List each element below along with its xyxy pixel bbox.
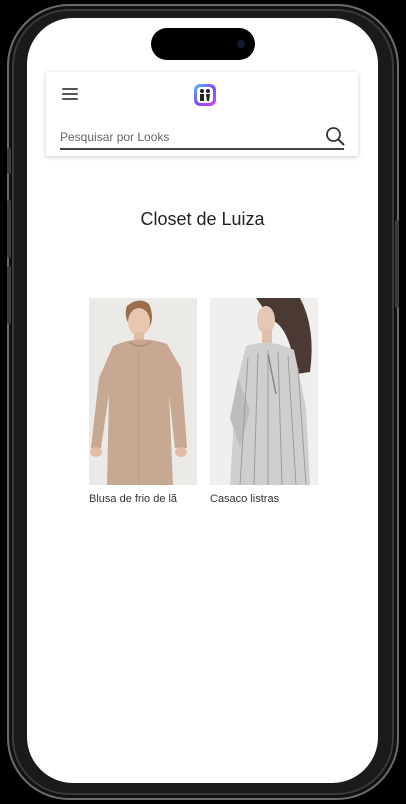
item-label: Blusa de frio de lã bbox=[89, 493, 178, 505]
hamburger-menu-icon[interactable] bbox=[62, 88, 78, 101]
app-screen: Closet de Luiza Blusa de frio de lã bbox=[27, 18, 378, 783]
page-title: Closet de Luiza bbox=[140, 209, 265, 229]
app-logo-icon bbox=[194, 84, 216, 106]
volume-up-button bbox=[7, 200, 11, 258]
dynamic-island bbox=[151, 28, 255, 60]
search-underline bbox=[60, 148, 344, 150]
app-header bbox=[46, 72, 358, 156]
action-button bbox=[7, 148, 11, 174]
closet-item-card[interactable]: Casaco listras bbox=[210, 298, 318, 505]
search-input[interactable] bbox=[60, 128, 315, 146]
power-button bbox=[395, 220, 399, 308]
front-camera bbox=[237, 40, 245, 48]
volume-down-button bbox=[7, 266, 11, 324]
item-photo-sweater bbox=[89, 298, 197, 485]
search-icon[interactable] bbox=[325, 126, 345, 146]
item-photo-striped-coat bbox=[210, 298, 318, 485]
item-label: Casaco listras bbox=[210, 493, 280, 505]
closet-item-card[interactable]: Blusa de frio de lã bbox=[89, 298, 197, 505]
